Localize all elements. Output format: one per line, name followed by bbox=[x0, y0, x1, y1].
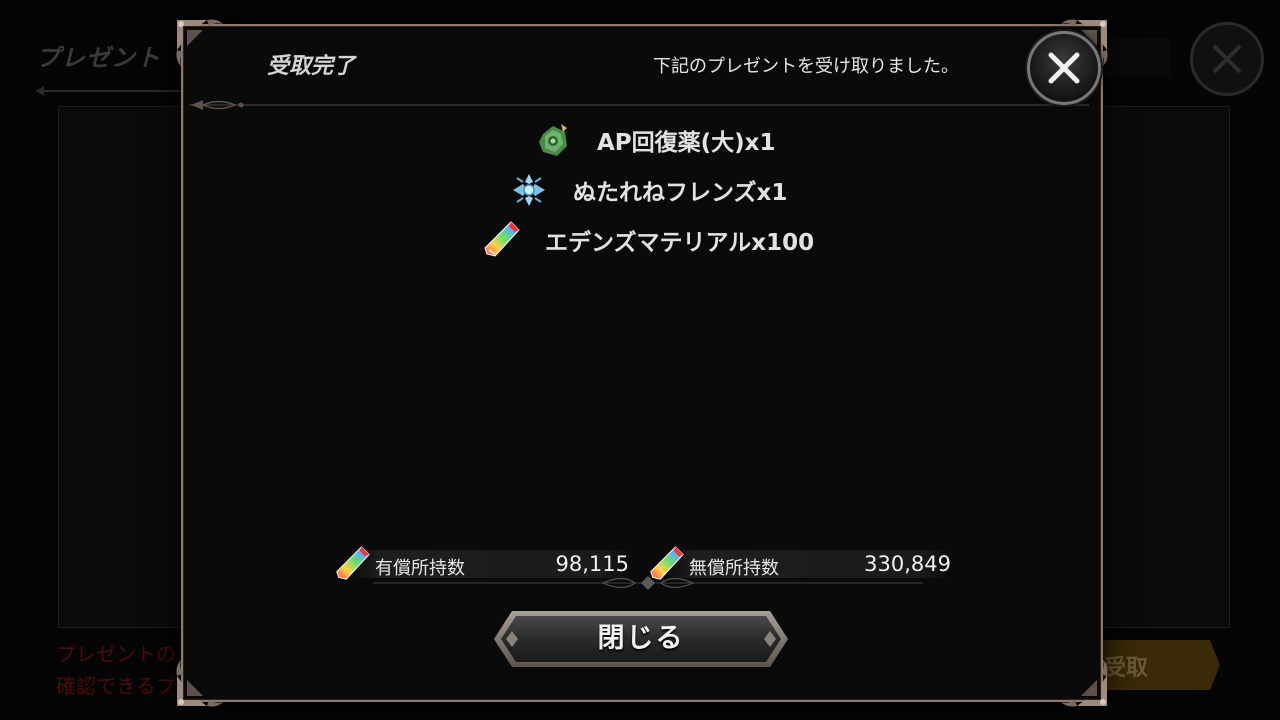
background-note-line2: 確認できるプ bbox=[56, 674, 176, 698]
rainbow-crystal-icon bbox=[336, 546, 370, 580]
close-dialog-button[interactable]: 閉じる bbox=[492, 609, 790, 669]
corner-ornament-icon bbox=[1061, 660, 1108, 707]
rainbow-crystal-icon bbox=[484, 221, 520, 257]
reward-label: ぬたれねフレンズx1 bbox=[573, 180, 788, 206]
bottom-divider bbox=[373, 576, 923, 590]
corner-ornament-icon bbox=[176, 660, 223, 707]
reward-item: AP回復薬(大)x1 bbox=[183, 118, 1101, 162]
reward-item: エデンズマテリアルx100 bbox=[183, 218, 1101, 262]
background-note-line1: プレゼントの bbox=[56, 642, 176, 666]
reward-item: ぬたれねフレンズx1 bbox=[183, 168, 1101, 212]
background-title: プレゼント bbox=[36, 44, 161, 72]
close-dialog-label: 閉じる bbox=[597, 623, 685, 654]
dialog-message: 下記のプレゼントを受け取りました。 bbox=[653, 56, 959, 77]
title-ornament bbox=[36, 86, 186, 96]
reward-label: AP回復薬(大)x1 bbox=[597, 130, 776, 156]
reward-label: エデンズマテリアルx100 bbox=[545, 230, 815, 256]
dialog-title: 受取完了 bbox=[267, 54, 356, 79]
receive-complete-dialog: 受取完了 下記のプレゼントを受け取りました。 AP回復薬(大)x1 ぬたれねフレ… bbox=[176, 19, 1108, 707]
ap-potion-icon bbox=[539, 124, 567, 156]
background-close-button bbox=[1190, 22, 1264, 96]
header-divider bbox=[189, 100, 1089, 110]
game-screen: プレゼント プレゼントの 確認できるプ 受取 受取完了 下記のプレゼントを受け取… bbox=[0, 0, 1280, 720]
dialog-header: 受取完了 下記のプレゼントを受け取りました。 bbox=[183, 26, 1101, 98]
paid-currency-value: 98,115 bbox=[555, 552, 629, 576]
free-currency-value: 330,849 bbox=[864, 552, 951, 576]
friend-crest-icon bbox=[513, 174, 545, 206]
close-button[interactable] bbox=[1027, 31, 1101, 105]
close-x-icon bbox=[1048, 52, 1080, 84]
